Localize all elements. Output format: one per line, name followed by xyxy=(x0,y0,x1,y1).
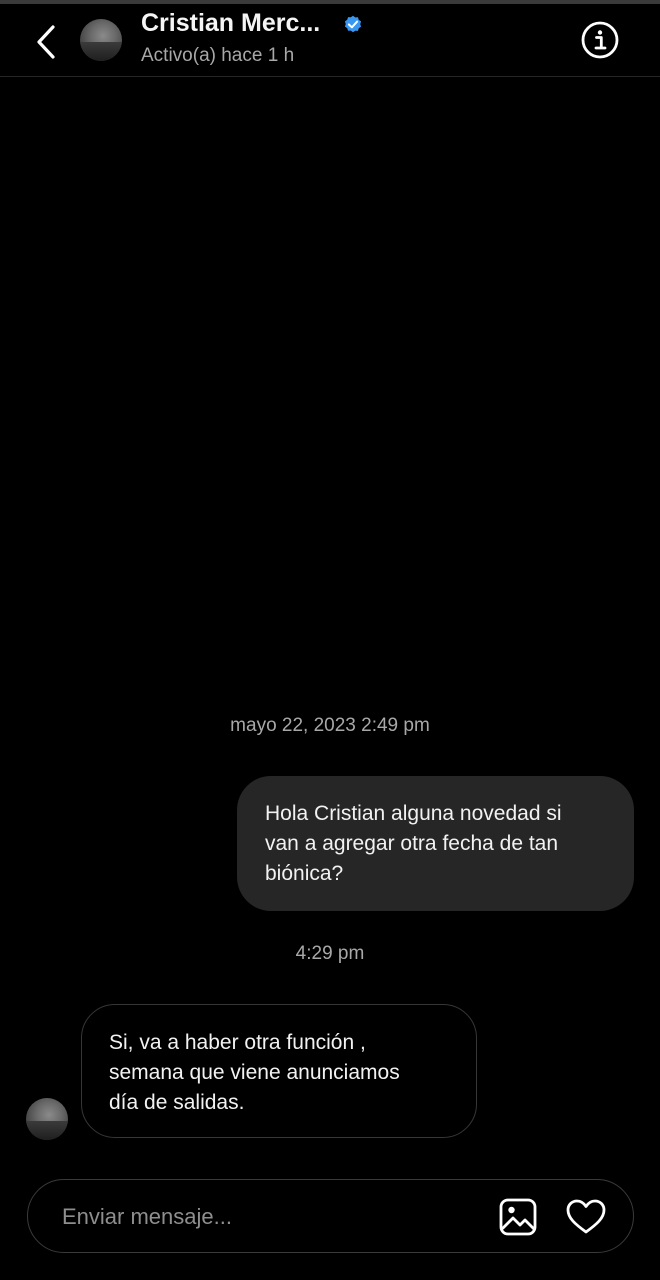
chat-screen: Cristian Merc... Activo(a) hace 1 h mayo… xyxy=(0,0,660,1280)
back-button[interactable] xyxy=(28,20,64,64)
chat-header: Cristian Merc... Activo(a) hace 1 h xyxy=(0,4,660,77)
image-icon xyxy=(499,1198,537,1236)
avatar[interactable] xyxy=(80,19,122,61)
contact-name[interactable]: Cristian Merc... xyxy=(141,9,320,38)
info-button[interactable] xyxy=(580,20,620,60)
sender-avatar[interactable] xyxy=(26,1098,68,1140)
received-message-text: Si, va a haber otra función , semana que… xyxy=(109,1031,400,1114)
activity-status: Activo(a) hace 1 h xyxy=(141,45,295,66)
message-input[interactable] xyxy=(62,1198,462,1236)
received-message-bubble[interactable]: Si, va a haber otra función , semana que… xyxy=(81,1004,477,1138)
info-icon xyxy=(581,21,619,59)
like-button[interactable] xyxy=(565,1197,607,1237)
sent-message-bubble[interactable]: Hola Cristian alguna novedad si van a ag… xyxy=(237,776,634,911)
message-composer xyxy=(27,1179,634,1253)
sent-message-text: Hola Cristian alguna novedad si van a ag… xyxy=(265,802,562,885)
gallery-button[interactable] xyxy=(498,1197,538,1237)
heart-icon xyxy=(566,1199,606,1234)
message-timestamp: 4:29 pm xyxy=(295,943,365,964)
message-timestamp: mayo 22, 2023 2:49 pm xyxy=(230,715,430,736)
verified-badge-icon xyxy=(344,15,362,33)
chevron-left-icon xyxy=(37,25,55,59)
